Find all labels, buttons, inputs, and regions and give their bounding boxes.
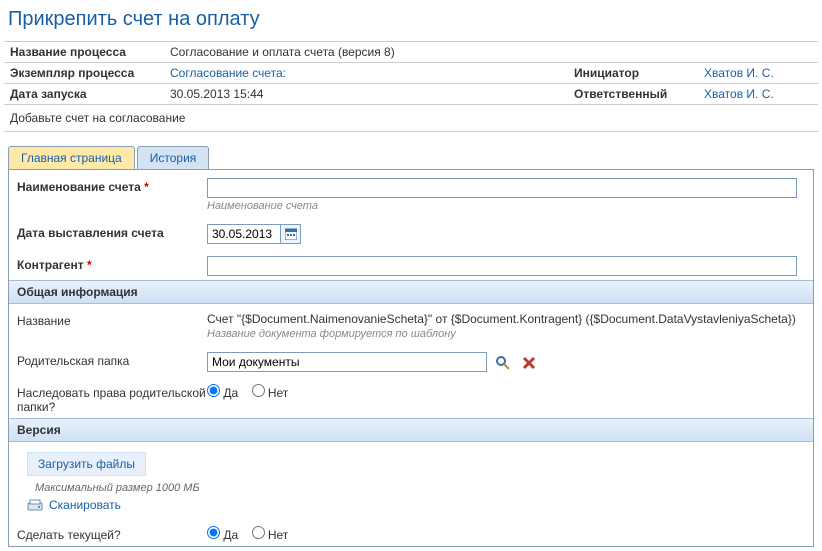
section-version-header: Версия: [9, 418, 813, 442]
invoice-name-hint: Наименование счета: [207, 200, 805, 212]
inherit-rights-label: Наследовать права родительской папки?: [17, 384, 207, 414]
invoice-date-label: Дата выставления счета: [17, 224, 207, 240]
parent-folder-label: Родительская папка: [17, 352, 207, 368]
process-name-value: Согласование и оплата счета (версия 8): [164, 42, 818, 63]
tab-body-main: Наименование счета * Наименование счета …: [8, 169, 814, 547]
search-folder-icon[interactable]: [494, 354, 512, 372]
process-instance-link[interactable]: Согласование счета:: [170, 66, 286, 80]
instruction-text: Добавьте счет на согласование: [4, 105, 818, 132]
process-meta-table: Название процесса Согласование и оплата …: [4, 41, 818, 105]
responsible-link[interactable]: Хватов И. С.: [704, 87, 774, 101]
page-title: Прикрепить счет на оплату: [8, 8, 818, 31]
invoice-name-label: Наименование счета *: [17, 178, 207, 194]
counterparty-input[interactable]: [207, 256, 797, 276]
make-current-yes-option[interactable]: Да: [207, 528, 238, 542]
max-size-hint: Максимальный размер 1000 МБ: [35, 482, 805, 494]
parent-folder-input[interactable]: [207, 352, 487, 372]
process-name-label: Название процесса: [4, 42, 164, 63]
tab-main[interactable]: Главная страница: [8, 146, 135, 169]
clear-folder-icon[interactable]: [520, 354, 538, 372]
upload-files-button[interactable]: Загрузить файлы: [27, 452, 146, 476]
start-date-label: Дата запуска: [4, 84, 164, 105]
scanner-icon: [27, 498, 43, 512]
inherit-no-option[interactable]: Нет: [252, 386, 289, 400]
invoice-name-input[interactable]: [207, 178, 797, 198]
calendar-icon[interactable]: [280, 225, 300, 243]
section-general-header: Общая информация: [9, 280, 813, 304]
initiator-label: Инициатор: [568, 63, 698, 84]
doc-title-hint: Название документа формируется по шаблон…: [207, 328, 805, 340]
doc-title-value: Счет "{$Document.NaimenovanieScheta}" от…: [207, 312, 805, 326]
make-current-label: Сделать текущей?: [17, 526, 207, 542]
process-instance-label: Экземпляр процесса: [4, 63, 164, 84]
counterparty-label: Контрагент *: [17, 256, 207, 272]
initiator-link[interactable]: Хватов И. С.: [704, 66, 774, 80]
inherit-yes-option[interactable]: Да: [207, 386, 238, 400]
tab-history[interactable]: История: [137, 146, 210, 169]
invoice-date-input[interactable]: [208, 225, 280, 243]
make-current-no-option[interactable]: Нет: [252, 528, 289, 542]
scan-link[interactable]: Сканировать: [49, 498, 121, 512]
doc-title-label: Название: [17, 312, 207, 328]
responsible-label: Ответственный: [568, 84, 698, 105]
tab-bar: Главная страница История: [8, 146, 814, 169]
start-date-value: 30.05.2013 15:44: [164, 84, 568, 105]
